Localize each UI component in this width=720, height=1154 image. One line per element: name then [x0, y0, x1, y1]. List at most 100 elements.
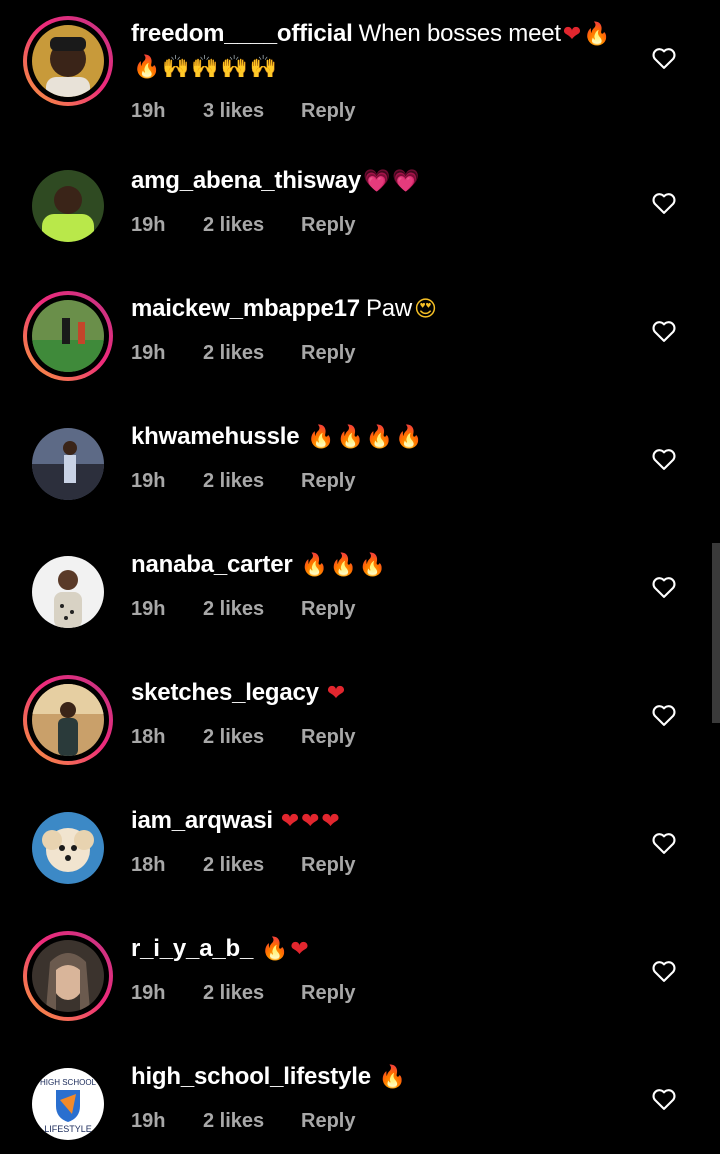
avatar — [32, 170, 104, 242]
heart-outline-icon[interactable] — [650, 829, 678, 857]
pink-heart-emoji: 💗 — [392, 169, 420, 194]
avatar — [32, 300, 104, 372]
comment-text: r_i_y_a_b_ 🔥❤ — [131, 933, 631, 966]
avatar — [32, 556, 104, 628]
red-heart-emoji: ❤ — [321, 809, 340, 834]
timestamp: 19h — [131, 470, 166, 492]
username[interactable]: sketches_legacy — [131, 679, 319, 706]
timestamp: 19h — [131, 100, 166, 122]
red-heart-emoji: ❤ — [280, 809, 300, 834]
username[interactable]: iam_arqwasi — [131, 807, 273, 834]
like-count[interactable]: 2 likes — [203, 982, 301, 1005]
heart-outline-icon[interactable] — [650, 445, 678, 473]
timestamp: 18h — [131, 726, 166, 748]
username[interactable]: khwamehussle — [131, 423, 300, 450]
reply-button[interactable]: Reply — [301, 854, 355, 877]
like-count[interactable]: 2 likes — [203, 854, 301, 877]
comment-text: freedom____official When bosses meet❤🔥 — [131, 18, 631, 51]
fire-emoji: 🔥 — [394, 425, 423, 450]
raised-hands-emoji: 🙌 — [249, 55, 278, 80]
username[interactable]: amg_abena_thisway — [131, 167, 361, 194]
avatar-story-ring[interactable] — [23, 931, 113, 1021]
timestamp: 18h — [131, 854, 166, 876]
avatar — [32, 940, 104, 1012]
reply-button[interactable]: Reply — [301, 214, 355, 237]
avatar — [32, 812, 104, 884]
timestamp: 19h — [131, 1110, 166, 1132]
comment-meta: 19h 2 likes Reply — [131, 982, 631, 1005]
like-count[interactable]: 3 likes — [203, 100, 301, 123]
avatar-container[interactable] — [23, 803, 113, 893]
fire-emoji: 🔥 — [300, 553, 328, 578]
comment-meta: 19h 2 likes Reply — [131, 342, 631, 365]
fire-emoji: 🔥 — [336, 425, 364, 450]
reply-button[interactable]: Reply — [301, 1110, 355, 1133]
heart-outline-icon[interactable] — [650, 1085, 678, 1113]
comment-text: iam_arqwasi ❤❤❤ — [131, 805, 631, 838]
reply-button[interactable]: Reply — [301, 726, 355, 749]
raised-hands-emoji: 🙌 — [162, 55, 190, 80]
avatar-container[interactable] — [23, 419, 113, 509]
reply-button[interactable]: Reply — [301, 598, 355, 621]
comment-meta: 19h 2 likes Reply — [131, 214, 631, 237]
red-heart-emoji: ❤ — [562, 22, 582, 47]
timestamp: 19h — [131, 214, 166, 236]
heart-outline-icon[interactable] — [650, 957, 678, 985]
comment-meta: 18h 2 likes Reply — [131, 854, 631, 877]
comment-meta: 18h 2 likes Reply — [131, 726, 631, 749]
raised-hands-emoji: 🙌 — [220, 55, 248, 80]
username[interactable]: high_school_lifestyle — [131, 1063, 371, 1090]
avatar-story-ring[interactable] — [23, 675, 113, 765]
fire-emoji: 🔥 — [261, 937, 289, 962]
scrollbar-thumb[interactable] — [712, 543, 720, 723]
username[interactable]: r_i_y_a_b_ — [131, 935, 253, 962]
fire-emoji: 🔥 — [583, 22, 611, 47]
comment-meta: 19h 2 likes Reply — [131, 598, 631, 621]
comment-text: sketches_legacy ❤ — [131, 677, 631, 710]
fire-emoji: 🔥 — [358, 553, 387, 578]
avatar: HIGH SCHOOL LIFESTYLE — [32, 1068, 104, 1140]
comment-meta: 19h 3 likes Reply — [131, 100, 631, 123]
username[interactable]: freedom____official — [131, 20, 353, 47]
like-count[interactable]: 2 likes — [203, 214, 301, 237]
like-count[interactable]: 2 likes — [203, 598, 301, 621]
timestamp: 19h — [131, 982, 166, 1004]
username[interactable]: maickew_mbappe17 — [131, 295, 360, 322]
avatar-story-ring[interactable] — [23, 291, 113, 381]
heart-outline-icon[interactable] — [650, 573, 678, 601]
red-heart-emoji: ❤ — [326, 681, 346, 706]
reply-button[interactable]: Reply — [301, 100, 355, 123]
reply-button[interactable]: Reply — [301, 982, 355, 1005]
avatar-story-ring[interactable] — [23, 16, 113, 106]
avatar-container[interactable] — [23, 547, 113, 637]
comment-text-continued: 🔥🙌🙌🙌🙌 — [131, 51, 631, 84]
heart-eyes-emoji: 😍 — [414, 297, 437, 322]
reply-button[interactable]: Reply — [301, 470, 355, 493]
red-heart-emoji: ❤ — [290, 937, 309, 962]
avatar-container[interactable]: HIGH SCHOOL LIFESTYLE — [23, 1059, 113, 1149]
like-count[interactable]: 2 likes — [203, 726, 301, 749]
avatar-container[interactable] — [23, 161, 113, 251]
like-count[interactable]: 2 likes — [203, 1110, 301, 1133]
comment-list: freedom____official When bosses meet❤🔥 🔥🙌… — [0, 0, 720, 1154]
pink-heart-emoji: 💗 — [363, 169, 391, 194]
fire-emoji: 🔥 — [133, 55, 161, 80]
comment-text: nanaba_carter 🔥🔥🔥 — [131, 549, 631, 582]
heart-outline-icon[interactable] — [650, 317, 678, 345]
avatar — [32, 25, 104, 97]
fire-emoji: 🔥 — [378, 1065, 407, 1090]
comment-text: maickew_mbappe17 Paw😍 — [131, 293, 631, 326]
comment-meta: 19h 2 likes Reply — [131, 470, 631, 493]
comment-meta: 19h 2 likes Reply — [131, 1110, 631, 1133]
like-count[interactable]: 2 likes — [203, 342, 301, 365]
heart-outline-icon[interactable] — [650, 44, 678, 72]
heart-outline-icon[interactable] — [650, 189, 678, 217]
raised-hands-emoji: 🙌 — [191, 55, 219, 80]
avatar-logo-text-bottom: LIFESTYLE — [44, 1124, 92, 1134]
heart-outline-icon[interactable] — [650, 701, 678, 729]
comment-text: khwamehussle 🔥🔥🔥🔥 — [131, 421, 631, 454]
username[interactable]: nanaba_carter — [131, 551, 293, 578]
reply-button[interactable]: Reply — [301, 342, 355, 365]
comment-text: amg_abena_thisway💗💗 — [131, 165, 631, 198]
like-count[interactable]: 2 likes — [203, 470, 301, 493]
